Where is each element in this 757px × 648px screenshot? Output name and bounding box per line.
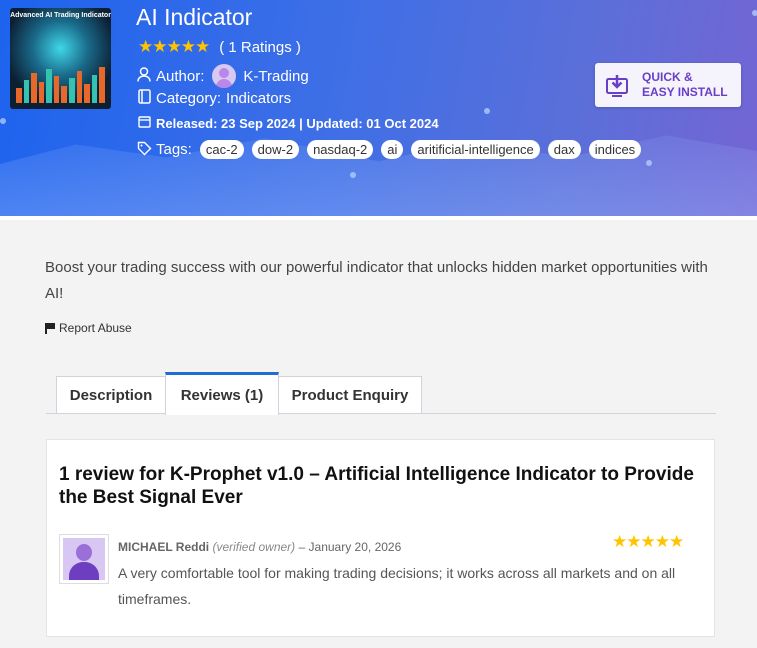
product-description: Boost your trading success with our powe… (45, 259, 708, 302)
user-icon (136, 67, 152, 85)
thumbnail-title: Advanced AI Trading Indicator (10, 12, 111, 19)
decor-dot (484, 108, 490, 114)
thumbnail-chart-graphic (16, 65, 105, 103)
reviews-heading: 1 review for K-Prophet v1.0 – Artificial… (59, 464, 694, 508)
product-tabs: Description Reviews (1) Product Enquiry (46, 372, 716, 415)
quick-install-button[interactable]: QUICK & EASY INSTALL (595, 63, 741, 107)
install-label-line1: QUICK & (642, 70, 693, 84)
calendar-icon (136, 115, 152, 131)
author-name-link[interactable]: K-Trading (243, 68, 308, 85)
product-rating: ★★★★★ ( 1 Ratings ) (138, 37, 301, 57)
tag-dax[interactable]: dax (547, 140, 581, 159)
review-stars-icon: ★★★★★ (612, 532, 684, 551)
review-meta: MICHAEL Reddi (verified owner) – January… (118, 540, 401, 554)
dates-row: Released: 23 Sep 2024 | Updated: 01 Oct … (136, 115, 439, 131)
author-row: Author: K-Trading (136, 64, 309, 88)
review-date: – January 20, 2026 (298, 540, 402, 554)
download-icon (605, 73, 629, 97)
decor-dot (0, 118, 6, 124)
author-avatar[interactable] (212, 64, 237, 88)
tab-description[interactable]: Description (56, 376, 166, 414)
reviewer-name: MICHAEL Reddi (118, 540, 210, 554)
tags-row: Tags: cac-2 dow-2 nasdaq-2 ai aritificia… (136, 140, 642, 159)
product-content: Boost your trading success with our powe… (0, 216, 757, 648)
reviews-panel: 1 review for K-Prophet v1.0 – Artificial… (46, 439, 715, 637)
install-label-line2: EASY INSTALL (642, 85, 728, 99)
tags-label: Tags: (156, 141, 192, 158)
tag-artificial-intelligence[interactable]: aritificial-intelligence (411, 140, 540, 159)
author-label: Author: (156, 67, 205, 85)
category-link[interactable]: Indicators (226, 90, 291, 107)
tag-cac-2[interactable]: cac-2 (199, 140, 244, 159)
book-icon (136, 89, 152, 107)
report-abuse-link[interactable]: Report Abuse (45, 321, 132, 335)
verified-owner-badge: (verified owner) (212, 540, 296, 554)
report-abuse-label: Report Abuse (59, 321, 132, 335)
rating-stars-icon: ★★★★★ (138, 37, 210, 56)
flag-icon (45, 323, 55, 334)
product-thumbnail[interactable]: Advanced AI Trading Indicator (10, 8, 111, 109)
review-text: A very comfortable tool for making tradi… (118, 565, 676, 607)
product-title: AI Indicator (136, 4, 253, 30)
product-header: Advanced AI Trading Indicator AI Indicat… (0, 0, 757, 216)
decor-dot (646, 160, 652, 166)
tab-reviews[interactable]: Reviews (1) (165, 372, 279, 415)
category-row: Category: Indicators (136, 89, 291, 107)
tab-product-enquiry[interactable]: Product Enquiry (278, 376, 422, 414)
decor-dot (350, 172, 356, 178)
tag-dow-2[interactable]: dow-2 (251, 140, 300, 159)
release-dates: Released: 23 Sep 2024 | Updated: 01 Oct … (156, 115, 439, 131)
tag-ai[interactable]: ai (381, 140, 404, 159)
category-label: Category: (156, 89, 222, 107)
tag-nasdaq-2[interactable]: nasdaq-2 (307, 140, 374, 159)
tag-indices[interactable]: indices (588, 140, 642, 159)
reviewer-avatar (59, 534, 109, 584)
tag-icon (136, 141, 152, 159)
install-button-label: QUICK & EASY INSTALL (642, 70, 728, 100)
rating-count[interactable]: ( 1 Ratings ) (219, 39, 301, 56)
decor-dot (752, 10, 757, 16)
